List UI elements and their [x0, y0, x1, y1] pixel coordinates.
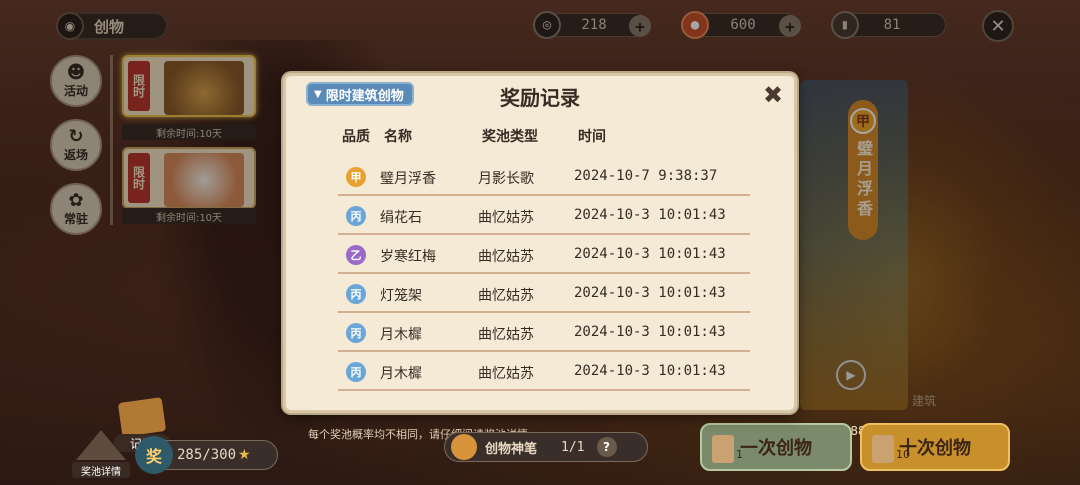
brush-count: 1/1	[561, 439, 585, 455]
item-pool: 曲忆姑苏	[478, 288, 534, 304]
reward-badge: 奖	[135, 436, 173, 474]
col-time: 时间	[578, 129, 606, 145]
col-quality: 品质	[342, 129, 370, 145]
brush-label: 创物神笔	[485, 441, 538, 457]
table-header: 品质 名称 奖池类型 时间	[286, 126, 794, 148]
item-name: 月木樨	[380, 366, 422, 382]
quality-badge: 乙	[346, 245, 366, 265]
close-icon[interactable]: ✖	[760, 81, 786, 109]
item-time: 2024-10-3 10:01:43	[574, 246, 726, 262]
item-pool: 曲忆姑苏	[478, 210, 534, 226]
scroll-icon	[117, 397, 167, 437]
help-icon[interactable]: ?	[596, 437, 617, 457]
ticket-icon	[712, 435, 734, 463]
magic-brush-bar[interactable]: 创物神笔 1/1 ?	[444, 432, 648, 462]
item-time: 2024-10-3 10:01:43	[574, 207, 726, 223]
table-row: 乙 岁寒红梅 曲忆姑苏 2024-10-3 10:01:43	[338, 236, 750, 274]
item-name: 岁寒红梅	[380, 249, 436, 265]
item-pool: 曲忆姑苏	[478, 366, 534, 382]
table-row: 丙 月木樨 曲忆姑苏 2024-10-3 10:01:43	[338, 314, 750, 352]
reward-record-modal: ▼ 限时建筑创物 奖励记录 ✖ 品质 名称 奖池类型 时间 甲 璧月浮香 月影长…	[283, 73, 797, 413]
table-row: 甲 璧月浮香 月影长歌 2024-10-7 9:38:37	[338, 158, 750, 196]
reward-progress[interactable]: 奖 285/300 ★	[135, 436, 278, 474]
star-icon: ★	[238, 447, 251, 463]
item-time: 2024-10-3 10:01:43	[574, 324, 726, 340]
table-row: 丙 灯笼架 曲忆姑苏 2024-10-3 10:01:43	[338, 275, 750, 313]
pool-detail-label: 奖池详情	[72, 462, 130, 478]
quality-badge: 丙	[346, 206, 366, 226]
quality-badge: 甲	[346, 167, 366, 187]
ten-draw-button[interactable]: 10 十次创物	[860, 423, 1010, 471]
single-draw-cost: 1	[736, 448, 743, 461]
record-list[interactable]: 甲 璧月浮香 月影长歌 2024-10-7 9:38:37 丙 绢花石 曲忆姑苏…	[286, 156, 794, 406]
table-row: 丙 月木樨 曲忆姑苏 2024-10-3 10:01:43	[338, 353, 750, 391]
table-row: 丙 绢花石 曲忆姑苏 2024-10-3 10:01:43	[338, 197, 750, 235]
quality-badge: 丙	[346, 323, 366, 343]
item-name: 绢花石	[380, 210, 422, 226]
brush-icon	[451, 434, 477, 460]
col-name: 名称	[384, 129, 412, 145]
item-pool: 曲忆姑苏	[478, 327, 534, 343]
item-time: 2024-10-7 9:38:37	[574, 168, 718, 184]
ticket-icon	[872, 435, 894, 463]
quality-badge: 丙	[346, 284, 366, 304]
item-pool: 月影长歌	[478, 171, 534, 187]
ten-draw-cost: 10	[896, 448, 910, 461]
col-pool: 奖池类型	[482, 129, 538, 145]
modal-title: 奖励记录	[500, 86, 580, 110]
item-name: 月木樨	[380, 327, 422, 343]
item-name: 璧月浮香	[380, 171, 436, 187]
quality-badge: 丙	[346, 362, 366, 382]
single-draw-label: 一次创物	[740, 438, 812, 459]
item-time: 2024-10-3 10:01:43	[574, 363, 726, 379]
reward-progress-value: 285/300	[177, 447, 237, 463]
item-name: 灯笼架	[380, 288, 422, 304]
item-pool: 曲忆姑苏	[478, 249, 534, 265]
single-draw-button[interactable]: 1 一次创物	[700, 423, 852, 471]
item-time: 2024-10-3 10:01:43	[574, 285, 726, 301]
